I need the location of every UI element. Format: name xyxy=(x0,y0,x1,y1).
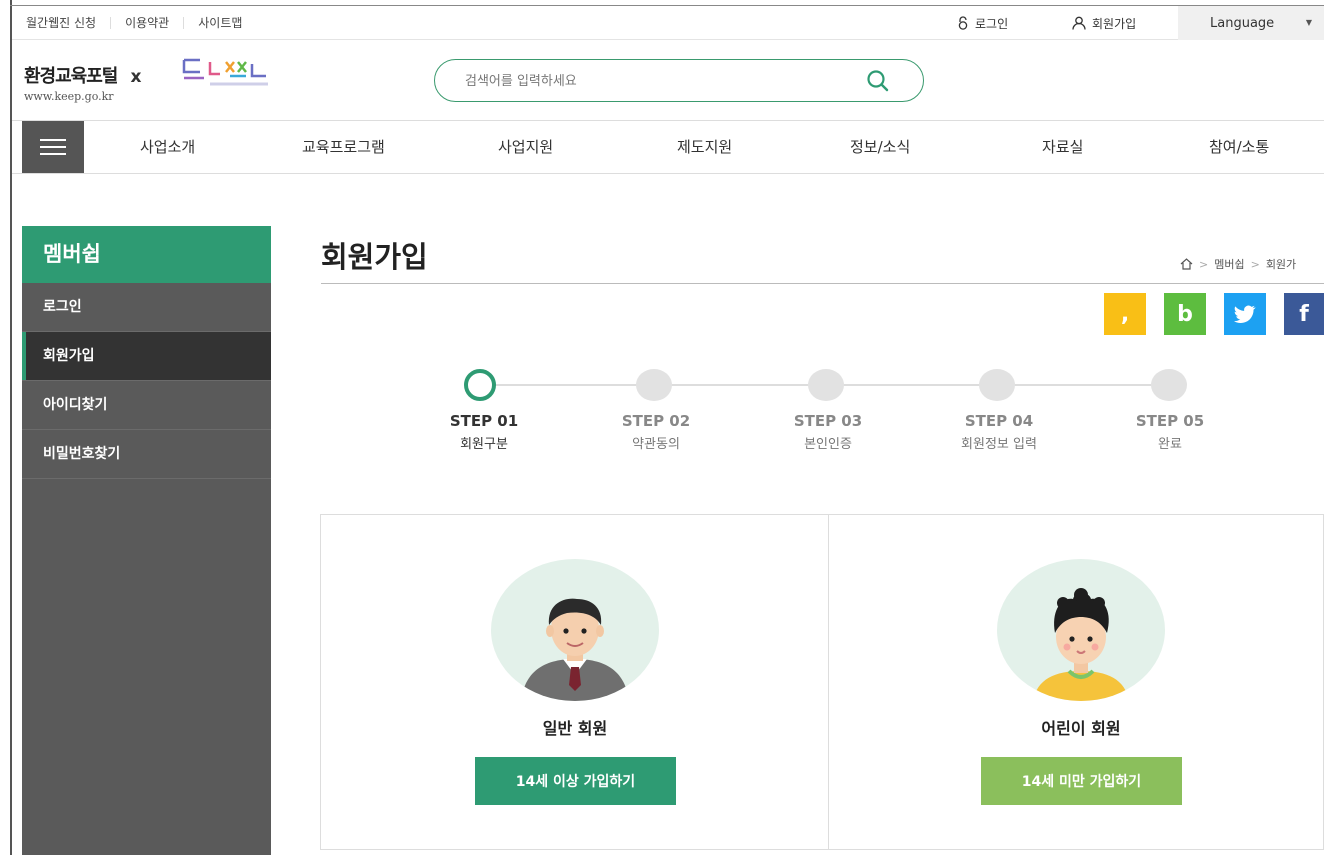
logo-url: www.keep.go.kr xyxy=(24,90,114,103)
twitter-icon xyxy=(1234,305,1256,323)
language-select[interactable]: Language ▼ xyxy=(1178,6,1324,40)
step-indicator xyxy=(636,369,672,401)
logo-title: 환경교육포털 xyxy=(24,66,118,87)
login-label: 로그인 xyxy=(975,16,1009,31)
step-number: STEP 01 xyxy=(449,412,519,430)
caret-down-icon: ▼ xyxy=(1305,18,1312,27)
step-2: STEP 02 약관동의 xyxy=(586,412,726,452)
step-indicator xyxy=(808,369,844,401)
sitemap-link[interactable]: 사이트맵 xyxy=(183,17,256,29)
step-number: STEP 05 xyxy=(1135,412,1205,430)
search-icon[interactable] xyxy=(865,68,891,94)
utility-links: 월간웹진 신청 이용약관 사이트맵 xyxy=(26,6,256,40)
step-4: STEP 04 회원정보 입력 xyxy=(929,412,1069,452)
nav-participation[interactable]: 참여/소통 xyxy=(1209,121,1269,173)
partner-logo-icon xyxy=(182,58,268,86)
step-name: 회원구분 xyxy=(460,437,508,452)
login-link[interactable]: 로그인 xyxy=(957,6,1008,40)
join-link[interactable]: 회원가입 xyxy=(1072,6,1136,40)
step-name: 본인인증 xyxy=(804,437,852,452)
search-box xyxy=(434,59,924,102)
adult-member-label: 일반 회원 xyxy=(542,719,608,738)
step-number: STEP 03 xyxy=(793,412,863,430)
step-indicator xyxy=(1151,369,1187,401)
step-3: STEP 03 본인인증 xyxy=(758,412,898,452)
kakao-icon: , xyxy=(1120,301,1130,327)
member-type-cards: 일반 회원 14세 이상 가입하기 어린이 회원 14세 미만 가입하기 xyxy=(320,514,1324,850)
sidebar-item-join[interactable]: 회원가입 xyxy=(22,332,271,381)
card-divider xyxy=(828,515,829,849)
chevron-right-icon: > xyxy=(1250,257,1260,271)
breadcrumb-membership[interactable]: 멤버쉽 xyxy=(1214,256,1244,272)
step-5: STEP 05 완료 xyxy=(1100,412,1240,452)
home-icon[interactable] xyxy=(1180,258,1193,270)
site-logo[interactable]: 환경교육포털 x www.keep.go.kr xyxy=(24,58,268,106)
kakao-share-button[interactable]: , xyxy=(1104,293,1146,335)
nav-education-program[interactable]: 교육프로그램 xyxy=(302,121,385,173)
sidebar-item-login[interactable]: 로그인 xyxy=(22,283,271,332)
band-icon: b xyxy=(1177,301,1193,327)
breadcrumb: > 멤버쉽 > 회원가 xyxy=(1180,256,1296,272)
step-number: STEP 02 xyxy=(621,412,691,430)
breadcrumb-current: 회원가 xyxy=(1265,258,1297,271)
lock-icon xyxy=(958,16,968,30)
child-avatar-icon xyxy=(997,559,1165,701)
utility-bar: 월간웹진 신청 이용약관 사이트맵 로그인 회원가입 Language ▼ xyxy=(12,6,1324,40)
nav-business-support[interactable]: 사업지원 xyxy=(498,121,553,173)
step-number: STEP 04 xyxy=(964,412,1034,430)
step-name: 회원정보 입력 xyxy=(961,437,1037,452)
adult-avatar-icon xyxy=(491,559,659,701)
webzine-link[interactable]: 월간웹진 신청 xyxy=(26,17,110,29)
sidebar-item-find-id[interactable]: 아이디찾기 xyxy=(22,381,271,430)
sidebar-item-find-password[interactable]: 비밀번호찾기 xyxy=(22,430,271,479)
join-label: 회원가입 xyxy=(1092,16,1137,31)
sidebar: 멤버쉽 로그인 회원가입 아이디찾기 비밀번호찾기 xyxy=(22,226,271,855)
all-menu-button[interactable] xyxy=(22,121,84,173)
facebook-share-button[interactable]: f xyxy=(1284,293,1324,335)
language-label: Language xyxy=(1210,15,1275,31)
page-title: 회원가입 xyxy=(321,240,428,274)
search-input[interactable] xyxy=(465,70,845,92)
nav-archive[interactable]: 자료실 xyxy=(1042,121,1083,173)
user-icon xyxy=(1072,16,1086,30)
logo-x: x xyxy=(130,67,142,87)
step-indicator xyxy=(979,369,1015,401)
step-indicator-active xyxy=(464,369,496,401)
nav-business-intro[interactable]: 사업소개 xyxy=(140,121,195,173)
band-share-button[interactable]: b xyxy=(1164,293,1206,335)
title-divider xyxy=(321,283,1324,284)
nav-system-support[interactable]: 제도지원 xyxy=(677,121,732,173)
terms-link[interactable]: 이용약관 xyxy=(110,17,183,29)
twitter-share-button[interactable] xyxy=(1224,293,1266,335)
chevron-right-icon: > xyxy=(1199,257,1209,271)
adult-join-button[interactable]: 14세 이상 가입하기 xyxy=(475,757,676,805)
hamburger-icon xyxy=(40,139,66,155)
main-navigation: 사업소개 교육프로그램 사업지원 제도지원 정보/소식 자료실 참여/소통 xyxy=(12,120,1324,174)
step-1: STEP 01 회원구분 xyxy=(414,412,554,452)
nav-info-news[interactable]: 정보/소식 xyxy=(850,121,910,173)
sidebar-title: 멤버쉽 xyxy=(22,226,271,283)
step-name: 약관동의 xyxy=(632,437,680,452)
child-member-label: 어린이 회원 xyxy=(1041,719,1121,738)
step-name: 완료 xyxy=(1158,437,1182,452)
child-join-button[interactable]: 14세 미만 가입하기 xyxy=(981,757,1182,805)
facebook-icon: f xyxy=(1299,301,1309,327)
